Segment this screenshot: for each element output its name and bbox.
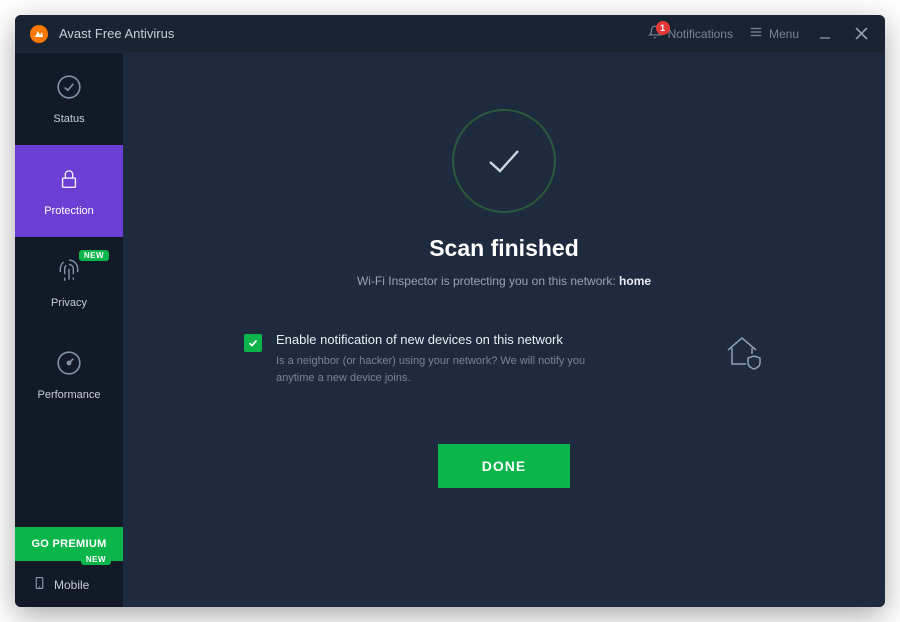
app-window: Avast Free Antivirus 1 Notifications Men… <box>15 15 885 607</box>
hamburger-icon <box>749 25 763 42</box>
scan-subtitle-prefix: Wi-Fi Inspector is protecting you on thi… <box>357 274 619 288</box>
notify-title: Enable notification of new devices on th… <box>276 332 710 347</box>
close-button[interactable] <box>851 24 871 44</box>
new-badge: NEW <box>81 554 111 565</box>
done-label: DONE <box>482 458 526 474</box>
result-check-circle-icon <box>452 109 556 213</box>
menu-label: Menu <box>769 27 799 41</box>
sidebar-item-label: Protection <box>44 205 94 217</box>
mobile-label: Mobile <box>54 578 89 592</box>
scan-finished-title: Scan finished <box>429 235 579 262</box>
network-name: home <box>619 274 651 288</box>
app-title: Avast Free Antivirus <box>59 26 648 41</box>
new-badge: NEW <box>79 250 109 261</box>
notify-description: Is a neighbor (or hacker) using your net… <box>276 353 606 386</box>
menu-button[interactable]: Menu <box>749 25 799 42</box>
sidebar-item-privacy[interactable]: NEW Privacy <box>15 237 123 329</box>
sidebar-item-status[interactable]: Status <box>15 53 123 145</box>
notification-badge: 1 <box>656 21 670 35</box>
notify-new-devices-row: Enable notification of new devices on th… <box>244 332 764 386</box>
sidebar-item-label: Status <box>53 113 84 125</box>
sidebar-item-mobile[interactable]: NEW Mobile <box>15 561 123 607</box>
lock-icon <box>58 166 80 195</box>
sidebar: Status Protection NEW <box>15 53 123 607</box>
mobile-icon <box>33 574 46 595</box>
go-premium-label: GO PREMIUM <box>31 538 106 550</box>
fingerprint-icon <box>56 258 82 287</box>
gauge-icon <box>56 350 82 379</box>
notify-checkbox[interactable] <box>244 334 262 352</box>
sidebar-item-label: Performance <box>38 389 101 401</box>
notifications-button[interactable]: 1 Notifications <box>648 25 733 42</box>
home-shield-icon <box>724 334 764 375</box>
avast-logo-icon <box>29 24 49 44</box>
sidebar-item-label: Privacy <box>51 297 87 309</box>
titlebar: Avast Free Antivirus 1 Notifications Men… <box>15 15 885 53</box>
body: Status Protection NEW <box>15 53 885 607</box>
done-button[interactable]: DONE <box>438 444 570 488</box>
minimize-button[interactable] <box>815 24 835 44</box>
check-circle-icon <box>56 74 82 103</box>
sidebar-item-performance[interactable]: Performance <box>15 329 123 421</box>
scan-subtitle: Wi-Fi Inspector is protecting you on thi… <box>357 274 651 288</box>
bell-icon: 1 <box>648 25 662 42</box>
notifications-label: Notifications <box>668 27 733 41</box>
sidebar-item-protection[interactable]: Protection <box>15 145 123 237</box>
main-content: Scan finished Wi-Fi Inspector is protect… <box>123 53 885 607</box>
titlebar-actions: 1 Notifications Menu <box>648 24 871 44</box>
